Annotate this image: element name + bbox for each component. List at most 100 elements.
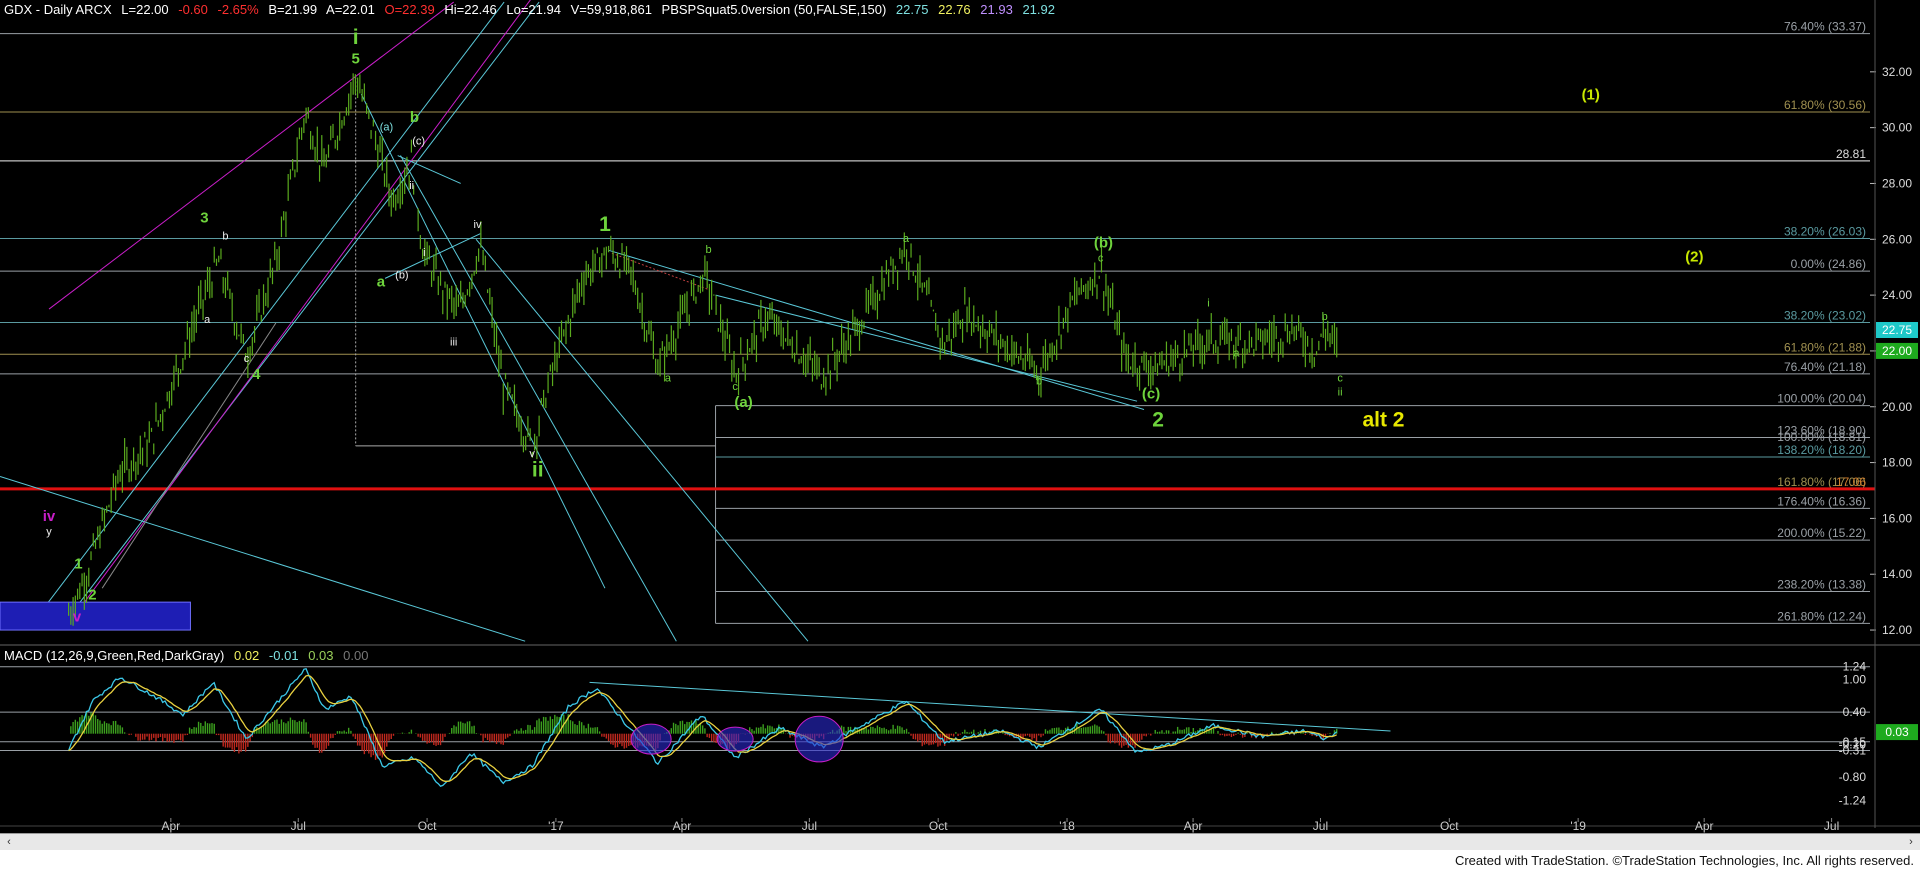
fib-level-label: 28.81 [1836,147,1866,161]
wave-label: alt 2 [1362,408,1404,431]
axis-tick-label: 24.00 [1882,288,1912,302]
wave-label: iv [43,508,56,525]
time-tick-label: Apr [161,819,180,833]
fib-level-label: 61.80% (21.88) [1784,340,1866,354]
fib-level-label: 76.40% (21.18) [1784,360,1866,374]
price-change: -0.60 [178,2,208,17]
macd-flag-label: 0.03 [1885,725,1909,739]
fib-level-label: 200.00% (15.22) [1777,526,1866,540]
wave-label: 4 [252,366,261,383]
macd-axis-label: 0.40 [1843,705,1867,719]
wave-label: c [732,381,738,393]
wave-label: ii [409,180,414,192]
time-tick-label: Oct [1440,819,1459,833]
wave-label: (2) [1685,249,1703,266]
study-value-1: 22.75 [895,2,929,17]
ask-price: A=22.01 [326,2,375,17]
axis-tick-label: 14.00 [1882,567,1912,581]
time-tick-label: Apr [673,819,692,833]
wave-label: 2 [88,586,96,603]
study-value-4: 21.92 [1022,2,1055,17]
wave-label: (a) [734,394,752,411]
price-change-pct: -2.65% [217,2,259,17]
low-price: Lo=21.94 [506,2,561,17]
axis-tick-label: 20.00 [1882,400,1912,414]
fib-level-label: 100.00% (18.81) [1777,430,1866,444]
fib-level-label: 38.20% (23.02) [1784,308,1866,322]
time-tick-label: Jul [1824,819,1839,833]
high-price: Hi=22.46 [444,2,497,17]
bid-price: B=21.99 [268,2,318,17]
price-flag-label: 22.75 [1882,323,1912,337]
wave-label: 1 [74,556,82,573]
time-tick-label: Oct [418,819,437,833]
wave-label: ii [532,459,544,482]
macd-value-4: 0.00 [343,648,369,663]
wave-label: a [377,274,386,291]
wave-label: iii [450,336,457,348]
scroll-left-icon[interactable]: ‹ [2,834,16,850]
wave-label: b [1036,375,1042,387]
study-value-3: 21.93 [980,2,1013,17]
fib-level-label: 261.80% (12.24) [1777,609,1866,623]
time-tick-label: Jul [802,819,817,833]
wave-label: i [353,26,359,49]
time-tick-label: Apr [1184,819,1203,833]
wave-label: (b) [395,269,408,281]
open-price: O=22.39 [384,2,435,17]
wave-label: 3 [200,210,208,227]
wave-label: b [705,244,711,256]
fib-level-label: 138.20% (18.20) [1777,443,1866,457]
fib-level-label: 100.00% (20.04) [1777,392,1866,406]
chart-header: GDX - Daily ARCX L=22.00 -0.60 -2.65% B=… [4,2,1061,17]
study-name: PBSPSquat5.0version (50,FALSE,150) [661,2,887,17]
wave-label: (c) [1142,385,1160,402]
wave-label: y [46,526,52,538]
scroll-right-icon[interactable]: › [1904,834,1918,850]
fib-level-label: 0.00% (24.86) [1791,257,1866,271]
macd-value-2: -0.01 [268,648,299,663]
macd-axis-label: -0.80 [1839,770,1867,784]
time-tick-label: '19 [1570,819,1586,833]
macd-value-1: 0.02 [233,648,260,663]
wave-label: 2 [1152,408,1164,431]
macd-label: MACD (12,26,9,Green,Red,DarkGray) [4,648,225,663]
study-value-2: 22.76 [938,2,971,17]
footer: Created with TradeStation. ©TradeStation… [0,850,1920,870]
wave-label: b [1322,311,1328,323]
wave-label: b [410,109,419,126]
wave-label: i [1207,297,1209,309]
macd-value-3: 0.03 [308,648,334,663]
macd-header: MACD (12,26,9,Green,Red,DarkGray) 0.02 -… [4,648,374,663]
axis-tick-label: 28.00 [1882,176,1912,190]
macd-axis-label: 1.00 [1843,673,1867,687]
last-price: L=22.00 [121,2,169,17]
macd-highlight-ellipse [630,723,672,755]
wave-label: (1) [1582,87,1600,104]
symbol-label: GDX - Daily ARCX [4,2,112,17]
wave-label: a [665,373,672,385]
copyright-text: Created with TradeStation. ©TradeStation… [1454,853,1914,868]
wave-label: a [903,233,910,245]
wave-label: c [1098,253,1104,265]
wave-label: 5 [352,50,360,67]
wave-label: ii [1338,387,1343,399]
wave-label: 1 [599,213,611,236]
wave-label: (b) [1094,235,1113,252]
time-tick-label: '17 [548,819,564,833]
wave-label: b [222,230,228,242]
macd-axis-label: -0.20 [1839,738,1867,752]
fib-level-label: 38.20% (26.03) [1784,224,1866,238]
wave-label: (c) [412,135,425,147]
horizontal-scrollbar[interactable]: ‹ › [0,833,1920,850]
wave-label: c [244,353,250,365]
time-tick-label: Apr [1695,819,1714,833]
volume: V=59,918,861 [570,2,652,17]
axis-tick-label: 12.00 [1882,623,1912,637]
axis-tick-label: 32.00 [1882,65,1912,79]
time-tick-label: Oct [929,819,948,833]
price-chart[interactable]: 76.40% (33.37) 61.80% (30.56) 28.81 38.20% … [0,0,1920,870]
price-flag-label: 22.00 [1882,344,1912,358]
highlight-box [0,601,191,631]
macd-highlight-ellipse [794,715,844,763]
